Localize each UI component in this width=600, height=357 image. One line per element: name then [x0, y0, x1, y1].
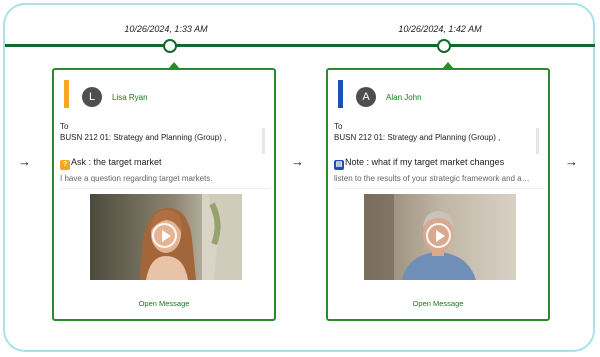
avatar: A — [356, 87, 376, 107]
next-arrow-icon[interactable]: → — [565, 155, 578, 168]
avatar: L — [82, 87, 102, 107]
timestamp: 10/26/2024, 1:42 AM — [398, 24, 482, 34]
to-label: To — [60, 122, 69, 131]
question-icon: ? — [60, 160, 70, 170]
recipient-course: BUSN 212 01: Strategy and Planning (Grou… — [60, 133, 227, 142]
message-preview: listen to the results of your strategic … — [334, 174, 534, 183]
open-message-link[interactable]: Open Message — [328, 299, 548, 308]
play-icon[interactable] — [426, 223, 451, 248]
message-card: L Lisa Ryan To BUSN 212 01: Strategy and… — [52, 62, 276, 321]
divider — [334, 188, 544, 189]
scrollbar[interactable] — [262, 128, 265, 154]
author-name[interactable]: Lisa Ryan — [112, 93, 148, 102]
timeline-node[interactable] — [163, 39, 177, 53]
timeline-line — [5, 44, 595, 47]
to-label: To — [334, 122, 343, 131]
video-thumbnail[interactable] — [90, 194, 242, 280]
subject-text: Ask : the target market — [71, 157, 162, 167]
message-card: A Alan John To BUSN 212 01: Strategy and… — [326, 62, 550, 321]
message-subject: ? Ask : the target market — [60, 157, 162, 170]
timeline-node[interactable] — [437, 39, 451, 53]
open-message-link[interactable]: Open Message — [54, 299, 274, 308]
message-subject: ▤ Note : what if my target market changes — [334, 157, 504, 170]
play-icon[interactable] — [152, 223, 177, 248]
divider — [60, 188, 270, 189]
card-pointer — [442, 62, 454, 69]
subject-text: Note : what if my target market changes — [345, 157, 505, 167]
accent-bar — [64, 80, 69, 108]
author-name[interactable]: Alan John — [386, 93, 422, 102]
accent-bar — [338, 80, 343, 108]
recipient-course: BUSN 212 01: Strategy and Planning (Grou… — [334, 133, 501, 142]
video-thumbnail[interactable] — [364, 194, 516, 280]
note-icon: ▤ — [334, 160, 344, 170]
scrollbar[interactable] — [536, 128, 539, 154]
message-preview: I have a question regarding target marke… — [60, 174, 213, 183]
next-arrow-icon[interactable]: → — [291, 155, 304, 168]
prev-arrow-icon[interactable]: → — [18, 155, 31, 168]
card-pointer — [168, 62, 180, 69]
timestamp: 10/26/2024, 1:33 AM — [124, 24, 208, 34]
